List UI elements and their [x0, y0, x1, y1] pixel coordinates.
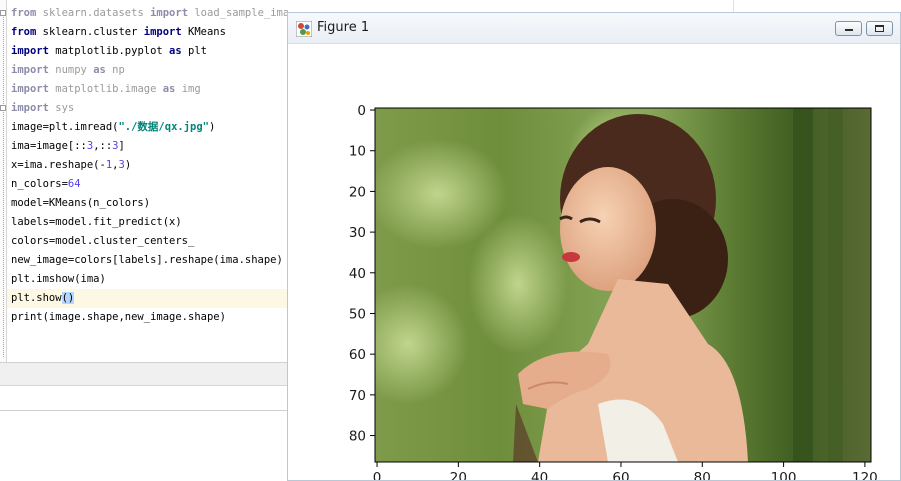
- code-token: matplotlib.image: [48, 83, 163, 95]
- code-token: numpy: [48, 64, 94, 76]
- code-token: (): [61, 292, 75, 304]
- code-token: matplotlib.pyplot: [48, 45, 170, 57]
- code-token: from: [11, 7, 37, 19]
- code-token: image=plt.imread(: [11, 121, 119, 133]
- code-line[interactable]: model=KMeans(n_colors): [11, 194, 150, 213]
- code-token: "./数据/qx.jpg": [118, 121, 210, 133]
- fold-guide: [3, 17, 4, 104]
- figure-canvas[interactable]: 0 20 40 60 80 100 120 0 10 20 30 40 50 60 70 80: [288, 44, 900, 480]
- code-token: print(image.shape,new_image.shape): [11, 311, 226, 323]
- code-token: KMeans: [181, 26, 226, 38]
- code-line[interactable]: ima=image[::3,::3]: [11, 137, 125, 156]
- x-tick-label: 80: [694, 470, 711, 480]
- code-line[interactable]: plt.show(): [7, 289, 288, 308]
- output-panel: [0, 411, 288, 481]
- code-token: plt.show: [11, 292, 62, 304]
- code-token: ): [209, 121, 216, 133]
- matplotlib-figure-icon: [296, 21, 312, 37]
- code-line[interactable]: import matplotlib.image as img: [11, 80, 201, 99]
- x-tick-label: 100: [771, 470, 797, 480]
- x-tick-label: 60: [612, 470, 629, 480]
- displayed-image: [375, 108, 871, 462]
- maximize-button[interactable]: [866, 21, 893, 36]
- x-tick-label: 40: [531, 470, 548, 480]
- code-token: model=KMeans(n_colors): [11, 197, 151, 209]
- code-line[interactable]: image=plt.imread("./数据/qx.jpg"): [11, 118, 215, 137]
- code-token: ,::: [93, 140, 113, 152]
- y-tick-label: 30: [349, 225, 366, 241]
- y-tick-label: 80: [349, 429, 366, 445]
- code-line[interactable]: print(image.shape,new_image.shape): [11, 308, 226, 327]
- code-line[interactable]: new_image=colors[labels].reshape(ima.sha…: [11, 251, 283, 270]
- output-panel-header: [0, 363, 288, 386]
- code-line[interactable]: from sklearn.cluster import KMeans: [11, 23, 226, 42]
- code-token: sys: [48, 102, 75, 114]
- fold-toggle-icon[interactable]: [0, 10, 6, 16]
- code-token: n_colors=: [11, 178, 68, 190]
- code-token: as: [162, 83, 176, 95]
- code-line[interactable]: import numpy as np: [11, 61, 125, 80]
- code-token: x=ima.reshape(-: [11, 159, 106, 171]
- code-token: as: [93, 64, 106, 76]
- output-panel-toolbar: [0, 386, 288, 411]
- fold-guide: [3, 112, 4, 357]
- code-editor[interactable]: from sklearn.datasets import load_sample…: [0, 0, 288, 362]
- code-token: ima=image[::: [11, 140, 87, 152]
- code-token: labels=model.fit_predict(x): [11, 216, 182, 228]
- code-token: import: [11, 45, 49, 57]
- background-window-edge: [733, 0, 901, 12]
- code-line[interactable]: n_colors=64: [11, 175, 81, 194]
- minimize-icon: [845, 29, 853, 31]
- y-tick-label: 0: [357, 103, 366, 119]
- figure-titlebar[interactable]: Figure 1: [288, 13, 900, 44]
- code-token: 64: [67, 178, 81, 190]
- code-token: sklearn.datasets: [36, 7, 151, 19]
- code-token: import: [143, 26, 182, 38]
- code-token: new_image=colors[labels].reshape(ima.sha…: [11, 254, 283, 266]
- code-line[interactable]: x=ima.reshape(-1,3): [11, 156, 131, 175]
- code-token: import: [11, 64, 49, 76]
- x-axis: 0 20 40 60 80 100 120: [373, 462, 878, 480]
- x-tick-label: 20: [450, 470, 467, 480]
- y-tick-label: 10: [349, 144, 366, 160]
- figure-title: Figure 1: [317, 20, 370, 35]
- minimize-button[interactable]: [835, 21, 862, 36]
- plot-svg: 0 20 40 60 80 100 120 0 10 20 30 40 50 60 70 80: [349, 103, 878, 480]
- y-tick-label: 40: [349, 266, 366, 282]
- code-token: load_sample_image: [194, 7, 288, 19]
- x-tick-label: 120: [852, 470, 878, 480]
- code-line[interactable]: colors=model.cluster_centers_: [11, 232, 194, 251]
- maximize-icon: [875, 25, 884, 32]
- code-token: import: [150, 7, 189, 19]
- code-token: plt: [181, 45, 207, 57]
- code-token: import: [11, 102, 49, 114]
- y-tick-label: 60: [349, 347, 366, 363]
- code-line[interactable]: from sklearn.datasets import load_sample…: [11, 4, 288, 23]
- figure-window[interactable]: Figure 1 0 20 40 60 80 100 120 0 10 20 3…: [287, 12, 901, 481]
- code-token: ): [124, 159, 132, 171]
- code-line[interactable]: import sys: [11, 99, 74, 118]
- code-line[interactable]: import matplotlib.pyplot as plt: [11, 42, 207, 61]
- y-tick-label: 70: [349, 388, 366, 404]
- y-axis: 0 10 20 30 40 50 60 70 80: [349, 103, 375, 445]
- fold-toggle-icon[interactable]: [0, 105, 6, 111]
- code-token: from: [11, 26, 37, 38]
- y-tick-label: 20: [349, 184, 366, 200]
- code-line[interactable]: labels=model.fit_predict(x): [11, 213, 182, 232]
- code-token: img: [175, 83, 201, 95]
- code-token: np: [105, 64, 125, 76]
- code-token: plt.imshow(ima): [11, 273, 106, 285]
- code-token: sklearn.cluster: [36, 26, 144, 38]
- code-token: ]: [118, 140, 125, 152]
- x-tick-label: 0: [373, 470, 382, 480]
- code-line[interactable]: plt.imshow(ima): [11, 270, 106, 289]
- code-token: as: [169, 45, 182, 57]
- code-token: import: [11, 83, 49, 95]
- y-tick-label: 50: [349, 306, 366, 322]
- code-token: colors=model.cluster_centers_: [11, 235, 195, 247]
